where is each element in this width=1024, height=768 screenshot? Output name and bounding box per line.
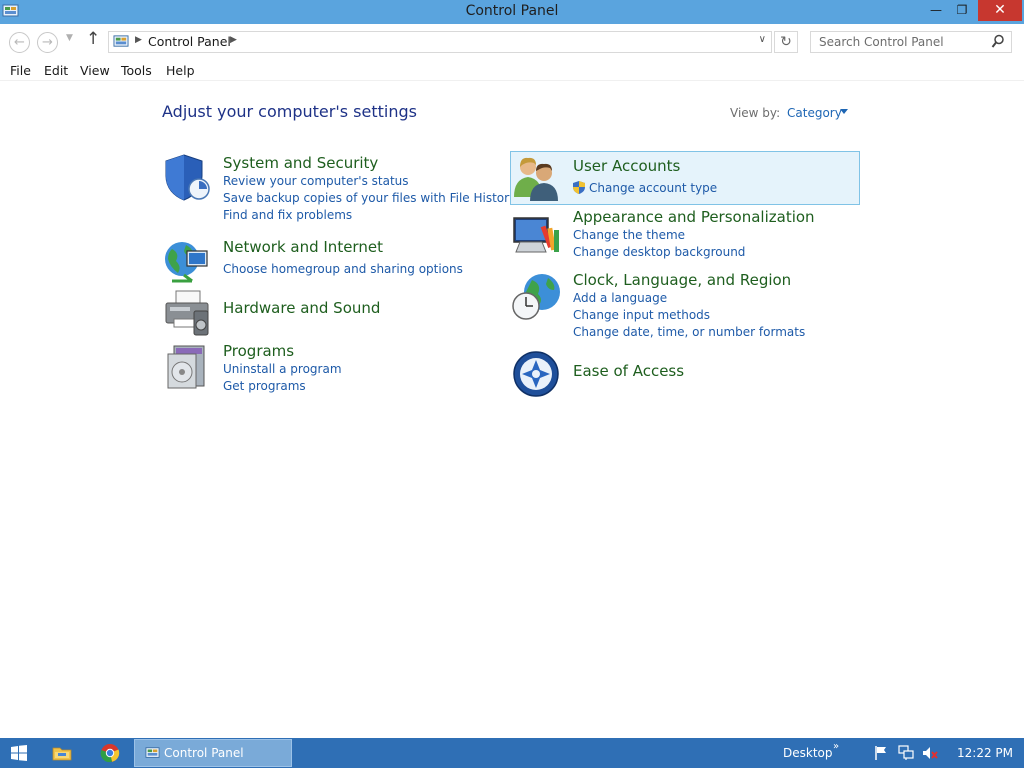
navigation-bar: ← → ▼ ↑ ▶ Control Panel ▶ ∨ ↻ [0, 24, 1024, 59]
clock-globe-icon[interactable] [512, 272, 562, 322]
search-box[interactable] [810, 31, 1012, 53]
view-by-label: View by: [730, 106, 781, 120]
link-date-time-formats[interactable]: Change date, time, or number formats [573, 325, 805, 339]
ease-of-access-icon[interactable] [512, 350, 562, 400]
window-title: Control Panel [465, 3, 559, 19]
breadcrumb-separator-icon[interactable]: ▶ [135, 35, 142, 45]
link-add-language[interactable]: Add a language [573, 291, 667, 305]
link-review-status[interactable]: Review your computer's status [223, 174, 409, 188]
category-network-internet[interactable]: Network and Internet [223, 238, 383, 256]
chrome-icon[interactable] [100, 743, 120, 763]
control-panel-icon [145, 747, 160, 758]
category-appearance[interactable]: Appearance and Personalization [573, 208, 815, 226]
link-get-programs[interactable]: Get programs [223, 379, 306, 393]
category-programs[interactable]: Programs [223, 342, 294, 360]
minimize-button[interactable]: — [922, 0, 950, 21]
speaker-muted-icon[interactable] [922, 745, 938, 761]
recent-locations-dropdown[interactable]: ▼ [66, 33, 73, 43]
menu-view[interactable]: View [80, 63, 110, 78]
chevron-down-icon[interactable]: ∨ [759, 34, 766, 45]
taskbar: Control Panel Desktop » 12:22 PM [0, 738, 1024, 768]
globe-network-icon[interactable] [162, 237, 212, 287]
menu-tools[interactable]: Tools [121, 63, 152, 78]
category-system-security[interactable]: System and Security [223, 154, 378, 172]
link-file-history[interactable]: Save backup copies of your files with Fi… [223, 191, 516, 205]
page-title: Adjust your computer's settings [162, 102, 417, 121]
control-panel-icon [113, 35, 129, 47]
windows-start-icon[interactable] [11, 745, 27, 761]
maximize-button[interactable]: ❐ [948, 0, 976, 21]
toolbar-chevron-icon[interactable]: » [833, 741, 839, 752]
link-homegroup[interactable]: Choose homegroup and sharing options [223, 262, 463, 276]
taskbar-button-control-panel[interactable]: Control Panel [134, 739, 292, 767]
link-uninstall-program[interactable]: Uninstall a program [223, 362, 342, 376]
network-icon[interactable] [898, 745, 914, 761]
search-icon[interactable] [991, 34, 1005, 49]
file-explorer-icon[interactable] [52, 743, 72, 763]
address-bar[interactable]: ▶ Control Panel ▶ ∨ [108, 31, 772, 53]
breadcrumb-control-panel[interactable]: Control Panel [148, 34, 231, 49]
chevron-down-icon[interactable] [840, 109, 848, 114]
flag-icon[interactable] [873, 745, 889, 761]
menu-help[interactable]: Help [166, 63, 195, 78]
uac-shield-icon [573, 181, 585, 194]
menu-edit[interactable]: Edit [44, 63, 68, 78]
taskbar-button-label: Control Panel [164, 746, 244, 760]
category-hover-highlight [510, 151, 860, 205]
breadcrumb-separator-icon[interactable]: ▶ [230, 35, 237, 45]
link-desktop-background[interactable]: Change desktop background [573, 245, 745, 259]
up-arrow-icon[interactable]: ↑ [86, 29, 100, 49]
category-clock-region[interactable]: Clock, Language, and Region [573, 271, 791, 289]
display-paint-icon[interactable] [512, 212, 562, 262]
forward-arrow-icon[interactable]: → [37, 32, 58, 53]
clock[interactable]: 12:22 PM [957, 746, 1013, 760]
category-hardware-sound[interactable]: Hardware and Sound [223, 299, 380, 317]
link-input-methods[interactable]: Change input methods [573, 308, 710, 322]
link-find-fix[interactable]: Find and fix problems [223, 208, 352, 222]
programs-icon[interactable] [162, 342, 212, 392]
back-arrow-icon[interactable]: ← [9, 32, 30, 53]
view-by-dropdown[interactable]: Category [787, 106, 842, 120]
search-input[interactable] [811, 32, 987, 52]
category-ease-of-access[interactable]: Ease of Access [573, 362, 684, 380]
menu-bar: File Edit View Tools Help [0, 59, 1024, 81]
link-change-account-type[interactable]: Change account type [589, 181, 717, 195]
printer-icon[interactable] [162, 287, 212, 337]
desktop-toolbar-label[interactable]: Desktop [783, 746, 833, 760]
users-icon[interactable] [512, 153, 562, 203]
link-change-theme[interactable]: Change the theme [573, 228, 685, 242]
category-user-accounts[interactable]: User Accounts [573, 157, 680, 175]
menu-file[interactable]: File [10, 63, 31, 78]
title-bar: Control Panel — ❐ ✕ [0, 0, 1024, 24]
close-button[interactable]: ✕ [978, 0, 1022, 21]
shield-icon[interactable] [162, 152, 212, 202]
refresh-icon[interactable]: ↻ [774, 31, 798, 53]
